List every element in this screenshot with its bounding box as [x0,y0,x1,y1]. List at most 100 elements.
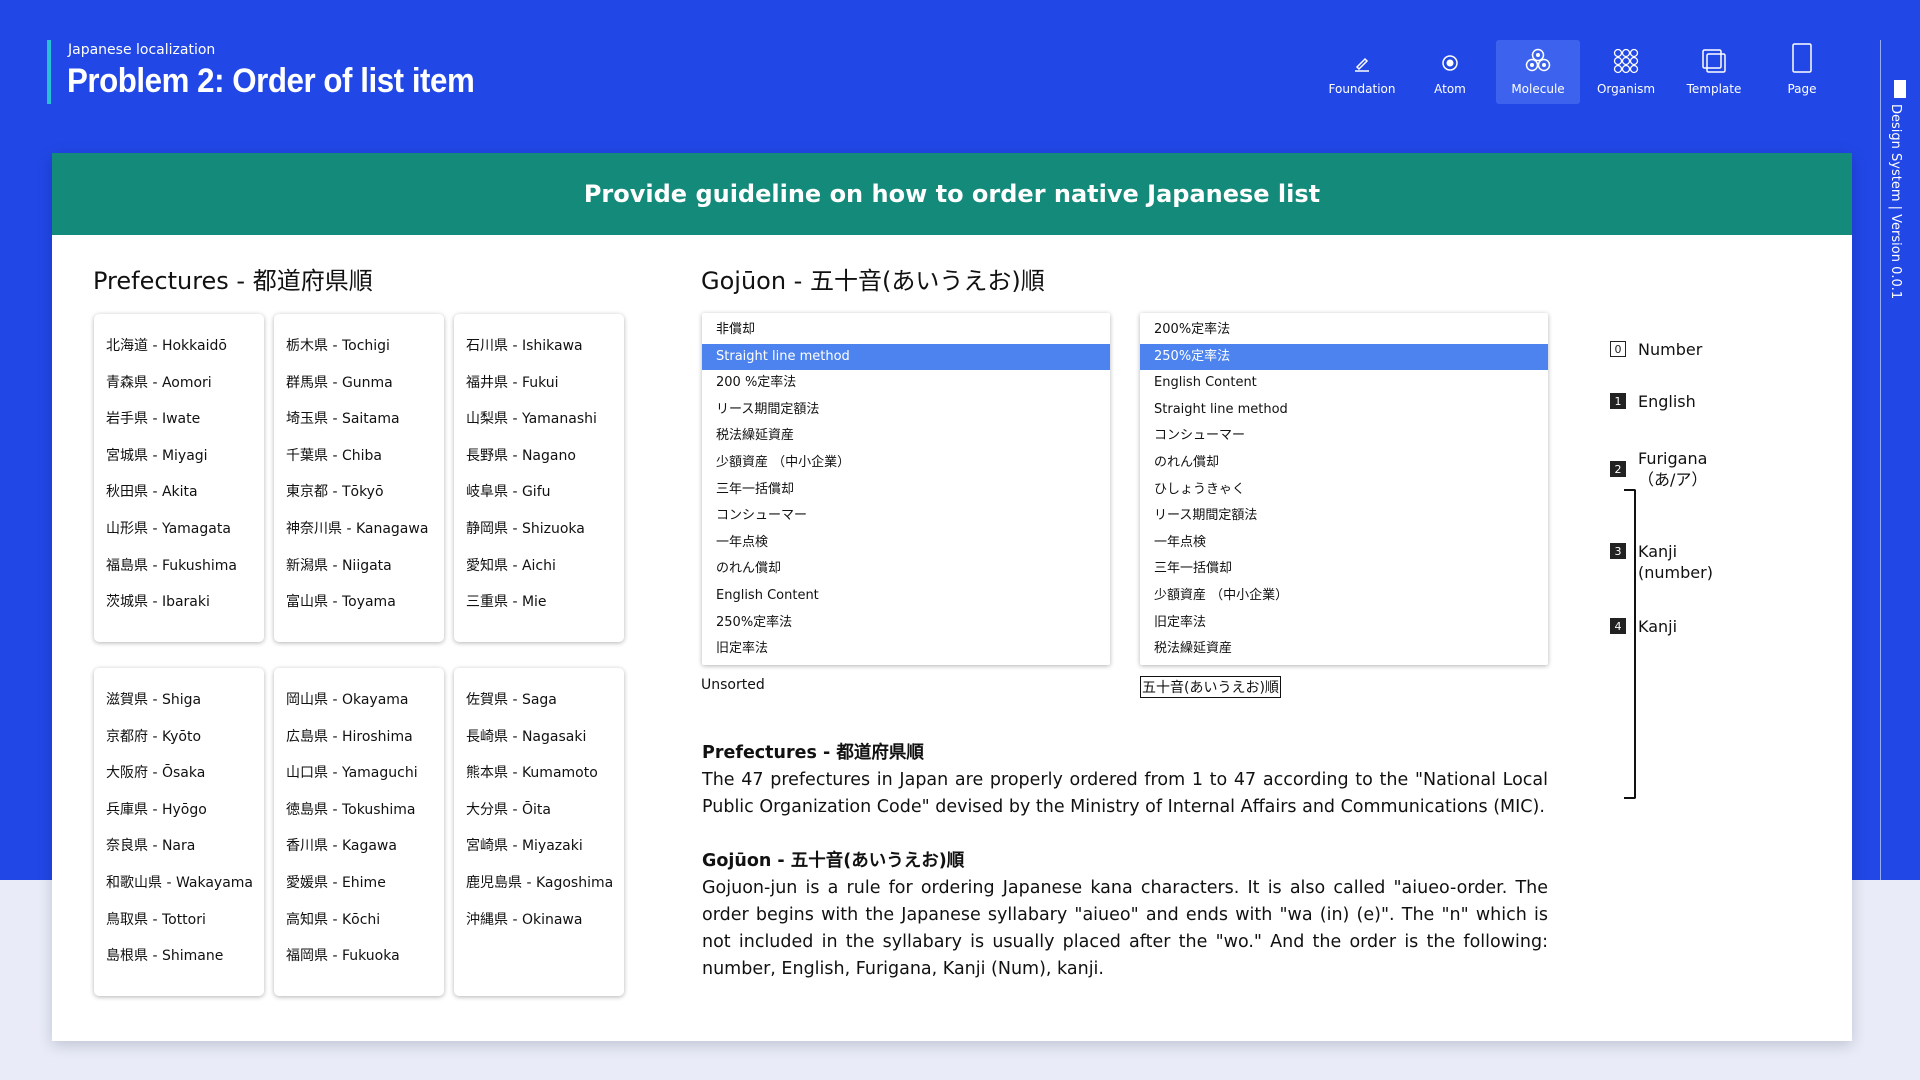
nav-item-molecule[interactable]: Molecule [1496,40,1580,104]
list-item: 栃木県 - Tochigi [286,338,390,354]
description-heading: Gojūon - 五十音(あいうえお)順 [702,851,965,871]
list-item: 青森県 - Aomori [106,374,212,391]
list-item[interactable]: コンシューマー [1140,423,1548,450]
list-item: 兵庫県 - Hyōgo [106,801,207,818]
list-item[interactable]: 三年一括償却 [702,477,1110,504]
design-system-version: Design System | Version 0.0.1 [1888,104,1903,300]
list-item: 宮崎県 - Miyazaki [466,838,583,855]
list-item: 山口県 - Yamaguchi [286,765,418,782]
nav-item-atom[interactable]: Atom [1408,40,1492,104]
order-label: Kanji [1638,542,1678,561]
list-item: 新潟県 - Niigata [286,557,392,574]
atom-dot-icon [1442,55,1458,71]
side-rail [1892,80,1912,98]
description-heading: Prefectures - 都道府県順 [702,743,924,763]
description-text: The 47 prefectures in Japan are properly… [702,770,1548,817]
molecule-icon [1525,48,1551,72]
list-item[interactable]: 旧定率法 [702,636,1110,663]
list-item: 島根県 - Shimane [106,948,224,965]
order-sublabel: （あ/ア） [1638,470,1708,489]
list-item[interactable]: Straight line method [1140,397,1548,424]
sorted-listbox[interactable]: 200%定率法 250%定率法 English Content Straight… [1140,313,1548,665]
list-item[interactable]: 一年点検 [702,530,1110,557]
list-item[interactable]: 200 %定率法 [702,370,1110,397]
page-title: Problem 2: Order of list item [67,62,475,100]
order-label: English [1638,392,1696,411]
prefecture-list-1: 北海道 - Hokkaidō 青森県 - Aomori 岩手県 - Iwate … [94,314,264,642]
sorted-caption: 五十音(あいうえお)順 [1140,676,1281,698]
list-item[interactable]: English Content [1140,370,1548,397]
list-item[interactable]: 税法繰延資産 [702,423,1110,450]
nav-label: Molecule [1511,82,1565,96]
gojuon-title: Gojūon - 五十音(あいうえお)順 [701,267,1045,295]
list-item[interactable]: のれん償却 [702,556,1110,583]
list-item: 熊本県 - Kumamoto [466,765,598,782]
list-item: 沖縄県 - Okinawa [466,911,583,928]
list-item: 愛知県 - Aichi [466,557,556,574]
list-item: 千葉県 - Chiba [286,447,382,464]
list-item: 神奈川県 - Kanagawa [286,520,429,537]
prefecture-list-5: 岡山県 - Okayama 広島県 - Hiroshima 山口県 - Yama… [274,668,444,996]
list-item: 福岡県 - Fukuoka [286,948,400,965]
list-item[interactable]: リース期間定額法 [702,397,1110,424]
gojuon-description: Gojūon - 五十音(あいうえお)順 Gojuon-jun is a rul… [702,848,1548,983]
list-item[interactable]: のれん償却 [1140,450,1548,477]
list-item[interactable]: English Content [702,583,1110,610]
list-item: 愛媛県 - Ehime [286,874,386,891]
list-item: 岡山県 - Okayama [286,692,409,708]
header-accent-bar [47,40,51,104]
prefecture-list-6: 佐賀県 - Saga 長崎県 - Nagasaki 熊本県 - Kumamoto… [454,668,624,996]
prefecture-list-4: 滋賀県 - Shiga 京都府 - Kyōto 大阪府 - Ōsaka 兵庫県 … [94,668,264,996]
unsorted-caption: Unsorted [701,677,765,693]
page-kicker: Japanese localization [68,42,216,58]
nav-item-organism[interactable]: Organism [1584,40,1668,104]
nav-label: Foundation [1328,82,1396,96]
unsorted-listbox[interactable]: 非償却 Straight line method 200 %定率法 リース期間定… [702,313,1110,665]
atomic-nav: Foundation Atom Molecule Organism Templa… [1320,40,1848,104]
list-item: 山形県 - Yamagata [106,520,231,537]
order-badge: 1 [1610,393,1626,409]
list-item: 三重県 - Mie [466,594,547,611]
prefectures-description: Prefectures - 都道府県順 The 47 prefectures i… [702,740,1548,821]
list-item: 福井県 - Fukui [466,374,559,391]
list-item: 富山県 - Toyama [286,594,396,611]
list-item[interactable]: 旧定率法 [1140,610,1548,637]
list-item[interactable]: 非償却 [702,317,1110,344]
order-item-kanji-number: 3 Kanji (number) [1610,541,1713,583]
list-item: 福島県 - Fukushima [106,557,237,574]
list-item: 滋賀県 - Shiga [106,692,202,708]
nav-label: Template [1686,82,1742,96]
list-item-selected[interactable]: Straight line method [702,343,1110,371]
list-item[interactable]: 税法繰延資産 [1140,636,1548,663]
nav-item-page[interactable]: Page [1760,40,1844,104]
order-sublabel: (number) [1638,563,1713,582]
nav-label: Organism [1596,82,1656,96]
list-item: 埼玉県 - Saitama [286,411,400,428]
list-item[interactable]: 少額資産 （中小企業） [1140,583,1548,610]
list-item: 山梨県 - Yamanashi [466,411,597,428]
list-item[interactable]: 三年一括償却 [1140,556,1548,583]
list-item[interactable]: 200%定率法 [1140,317,1548,344]
page-icon [1792,43,1812,73]
nav-item-template[interactable]: Template [1672,40,1756,104]
list-item[interactable]: コンシューマー [702,503,1110,530]
list-item: 長崎県 - Nagasaki [466,728,587,745]
order-label: Kanji [1638,617,1678,636]
list-item[interactable]: ひしょうきゃく [1140,477,1548,504]
order-badge: 4 [1610,618,1626,634]
list-item: 鹿児島県 - Kagoshima [466,874,614,891]
list-item[interactable]: リース期間定額法 [1140,503,1548,530]
prefecture-list-3: 石川県 - Ishikawa 福井県 - Fukui 山梨県 - Yamanas… [454,314,624,642]
list-item: 香川県 - Kagawa [286,838,397,855]
list-item[interactable]: 一年点検 [1140,530,1548,557]
nav-item-foundation[interactable]: Foundation [1320,40,1404,104]
list-item[interactable]: 少額資産 （中小企業） [702,450,1110,477]
order-label-group: Furigana （あ/ア） [1638,448,1707,490]
list-item: 東京都 - Tōkyō [286,484,384,501]
list-item-selected[interactable]: 250%定率法 [1140,343,1548,371]
prefectures-title: Prefectures - 都道府県順 [93,267,373,295]
list-item[interactable]: 250%定率法 [702,610,1110,637]
list-item: 岩手県 - Iwate [106,411,201,428]
template-icon [1702,49,1726,73]
list-item: 大分県 - Ōita [466,801,551,818]
